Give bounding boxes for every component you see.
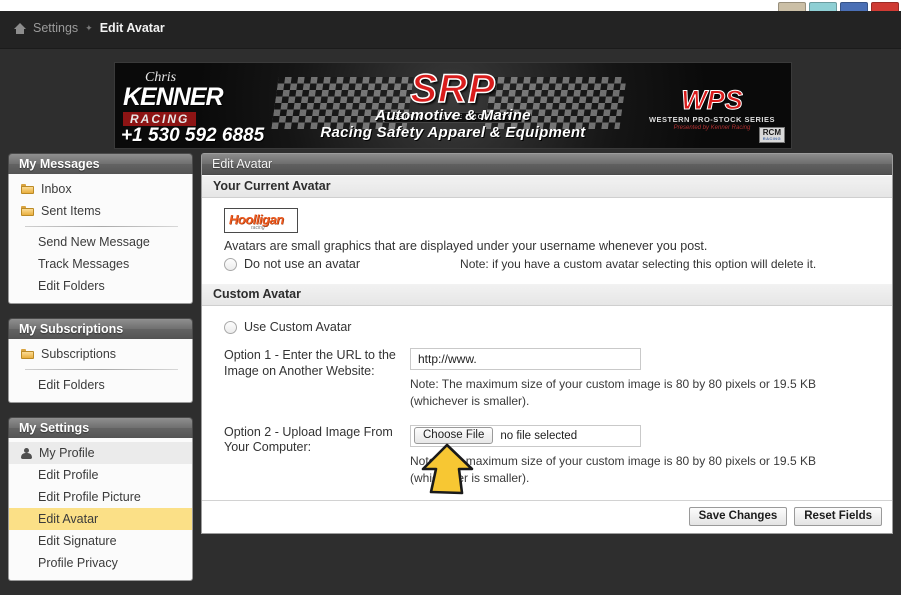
sidebar-item-my-profile[interactable]: My Profile xyxy=(9,442,192,464)
sidebar-block-title: My Subscriptions xyxy=(8,318,193,339)
browser-tab-4[interactable] xyxy=(871,2,899,11)
sidebar-block-body: Subscriptions Edit Folders xyxy=(8,339,193,403)
option-2-field: Choose File no file selected Note: The m… xyxy=(410,424,880,488)
sidebar-block-my-subscriptions: My Subscriptions Subscriptions Edit Fold… xyxy=(8,318,193,403)
rcm-logo-subtext: RACING xyxy=(762,136,781,141)
use-custom-avatar-row: Use Custom Avatar xyxy=(224,320,880,334)
sidebar-item-label: Edit Folders xyxy=(38,279,105,293)
breadcrumb: Settings ✦ Edit Avatar xyxy=(14,21,165,35)
option-1-label: Option 1 - Enter the URL to the Image on… xyxy=(224,348,396,378)
browser-tab-1[interactable] xyxy=(778,2,806,11)
wps-logo: WPS WESTERN PRO-STOCK SERIES Presented b… xyxy=(647,85,777,131)
sidebar-item-edit-signature[interactable]: Edit Signature xyxy=(9,530,192,552)
panel-footer: Save Changes Reset Fields xyxy=(202,499,892,533)
section-body-custom-avatar: Use Custom Avatar Option 1 - Enter the U… xyxy=(202,306,892,500)
sidebar-item-edit-profile-picture[interactable]: Edit Profile Picture xyxy=(9,486,192,508)
option-2-note: Note: The maximum size of your custom im… xyxy=(410,453,816,486)
browser-tabs xyxy=(778,0,901,11)
breadcrumb-separator-icon: ✦ xyxy=(85,22,93,33)
avatar-thumbnail-subtext: racing xyxy=(251,225,265,231)
sidebar-divider xyxy=(25,226,178,227)
option-2-label: Option 2 - Upload Image From Your Comput… xyxy=(224,424,393,455)
sidebar-block-title: My Messages xyxy=(8,153,193,174)
option-1-field: Note: The maximum size of your custom im… xyxy=(410,348,880,411)
page-title: Edit Avatar xyxy=(202,154,892,175)
rcm-logo: RCM RACING xyxy=(758,127,785,143)
selected-file-name: no file selected xyxy=(500,429,578,442)
sidebar-item-sent-items[interactable]: Sent Items xyxy=(9,200,192,222)
sidebar-item-edit-profile[interactable]: Edit Profile xyxy=(9,464,192,486)
browser-tab-3[interactable] xyxy=(840,2,868,11)
sidebar-block-body: My Profile Edit Profile Edit Profile Pic… xyxy=(8,438,193,581)
sidebar-item-label: Edit Folders xyxy=(38,378,105,392)
current-avatar-thumbnail: Hoolligan racing xyxy=(224,208,298,233)
folder-icon xyxy=(21,206,34,216)
sidebar-item-label: Track Messages xyxy=(38,257,130,271)
sidebar-item-track-messages[interactable]: Track Messages xyxy=(9,253,192,275)
sidebar-item-label: Sent Items xyxy=(41,204,101,218)
sidebar-item-edit-avatar[interactable]: Edit Avatar xyxy=(9,508,192,530)
sidebar-item-label: My Profile xyxy=(39,446,95,460)
radio-do-not-use-avatar[interactable] xyxy=(224,257,237,271)
up-arrow-annotation xyxy=(421,443,474,495)
sidebar-item-label: Profile Privacy xyxy=(38,556,118,570)
option-2-row: Option 2 - Upload Image From Your Comput… xyxy=(214,424,880,488)
save-changes-button[interactable]: Save Changes xyxy=(688,507,788,527)
breadcrumb-settings[interactable]: Settings xyxy=(33,21,78,35)
breadcrumb-current: Edit Avatar xyxy=(99,21,165,35)
avatar-url-input[interactable] xyxy=(410,348,641,370)
option-1-row: Option 1 - Enter the URL to the Image on… xyxy=(214,348,880,411)
edit-avatar-panel: Edit Avatar Your Current Avatar Hoolliga… xyxy=(201,153,893,534)
sidebar-item-label: Edit Profile Picture xyxy=(38,490,141,504)
sidebar-item-subscriptions[interactable]: Subscriptions xyxy=(9,343,192,365)
radio-use-custom-avatar[interactable] xyxy=(224,320,237,334)
person-icon xyxy=(21,447,32,459)
sidebar-block-my-settings: My Settings My Profile Edit Profile Edit… xyxy=(8,417,193,581)
do-not-use-avatar-note: Note: if you have a custom avatar select… xyxy=(460,257,817,271)
wps-logo-subtext: WESTERN PRO-STOCK SERIES xyxy=(648,115,776,124)
do-not-use-avatar-row: Do not use an avatar Note: if you have a… xyxy=(224,257,880,271)
folder-icon xyxy=(21,349,34,359)
wps-logo-text: WPS xyxy=(681,85,744,115)
choose-file-button[interactable]: Choose File xyxy=(414,427,494,445)
sidebar-item-send-new-message[interactable]: Send New Message xyxy=(9,231,192,253)
folder-icon xyxy=(21,184,34,194)
sidebar-block-body: Inbox Sent Items Send New Message Track … xyxy=(8,174,193,304)
reset-fields-button[interactable]: Reset Fields xyxy=(794,507,882,527)
current-avatar-description: Avatars are small graphics that are disp… xyxy=(224,239,708,253)
sidebar: My Messages Inbox Sent Items Send New Me… xyxy=(8,153,193,595)
browser-tab-2[interactable] xyxy=(809,2,837,11)
sidebar-divider xyxy=(25,369,178,370)
section-header-current-avatar: Your Current Avatar xyxy=(202,175,892,198)
sidebar-item-label: Send New Message xyxy=(38,235,150,249)
sidebar-block-my-messages: My Messages Inbox Sent Items Send New Me… xyxy=(8,153,193,304)
radio-do-not-use-avatar-label: Do not use an avatar xyxy=(244,257,361,271)
browser-tab-strip xyxy=(0,0,901,11)
sidebar-item-profile-privacy[interactable]: Profile Privacy xyxy=(9,552,192,574)
home-icon[interactable] xyxy=(14,22,26,34)
section-header-custom-avatar: Custom Avatar xyxy=(202,283,892,306)
sidebar-item-label: Edit Avatar xyxy=(38,512,99,526)
section-body-current-avatar: Hoolligan racing Avatars are small graph… xyxy=(202,198,892,283)
sidebar-item-label: Subscriptions xyxy=(41,347,117,361)
sidebar-item-label: Edit Profile xyxy=(38,468,99,482)
option-1-note: Note: The maximum size of your custom im… xyxy=(410,377,816,409)
sidebar-item-label: Inbox xyxy=(41,182,72,196)
sidebar-item-edit-folders-messages[interactable]: Edit Folders xyxy=(9,275,192,297)
banner-advertisement[interactable]: Chris KENNER RACING +1 530 592 6885 SRP … xyxy=(114,62,792,149)
sidebar-item-label: Edit Signature xyxy=(38,534,117,548)
sidebar-block-title: My Settings xyxy=(8,417,193,438)
wps-logo-presented-by: Presented by Kenner Racing xyxy=(673,125,751,131)
sidebar-item-inbox[interactable]: Inbox xyxy=(9,178,192,200)
sidebar-item-edit-folders-subscriptions[interactable]: Edit Folders xyxy=(9,374,192,396)
radio-use-custom-avatar-label: Use Custom Avatar xyxy=(244,320,352,334)
